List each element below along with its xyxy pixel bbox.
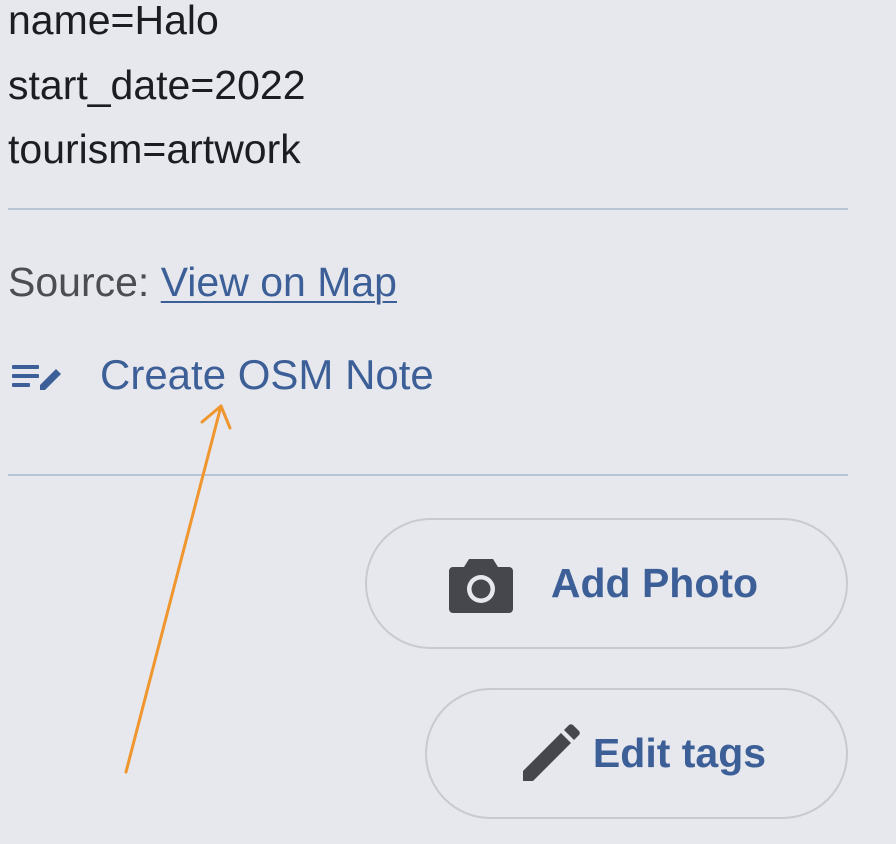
source-prefix: Source: <box>8 259 161 305</box>
annotation-arrow-head <box>200 404 232 430</box>
add-photo-label: Add Photo <box>550 560 759 606</box>
view-on-map-link[interactable]: View on Map <box>161 259 397 305</box>
create-osm-note-button[interactable]: Create OSM Note <box>8 348 434 402</box>
add-photo-button[interactable]: Add Photo <box>365 518 848 649</box>
annotation-arrow-shaft <box>124 404 223 774</box>
tag-line: start_date=2022 <box>8 62 306 108</box>
divider <box>8 474 848 476</box>
tag-line: tourism=artwork <box>8 126 301 172</box>
edit-tags-label: Edit tags <box>592 730 767 776</box>
camera-icon <box>448 558 513 613</box>
edit-note-icon <box>12 365 61 390</box>
edit-tags-button[interactable]: Edit tags <box>425 688 848 819</box>
pencil-icon <box>522 723 580 781</box>
divider <box>8 208 848 210</box>
create-osm-note-label: Create OSM Note <box>100 351 434 398</box>
source-row: Source: View on Map <box>8 262 397 303</box>
tag-line: name=Halo <box>8 0 219 43</box>
